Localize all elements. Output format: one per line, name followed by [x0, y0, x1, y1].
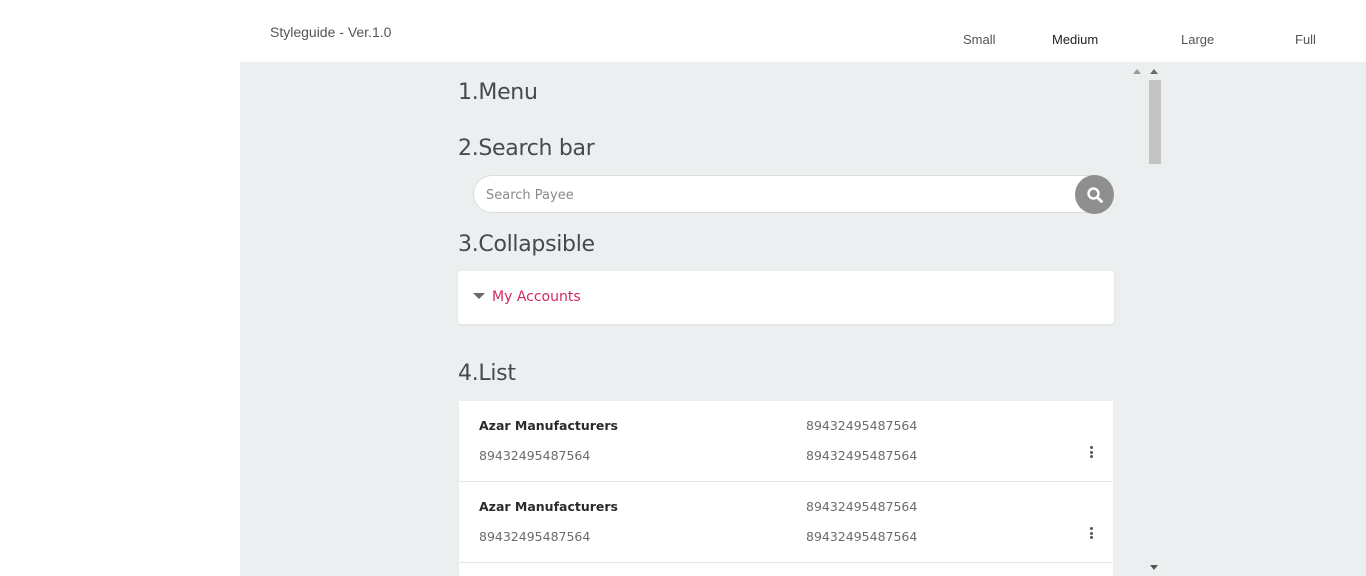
payee-list: Azar Manufacturers 89432495487564 894324…: [459, 401, 1113, 576]
tab-full[interactable]: Full: [1295, 32, 1316, 47]
more-vertical-icon[interactable]: [1087, 446, 1095, 460]
section-title-list: 4.List: [458, 361, 516, 386]
collapsible-my-accounts[interactable]: My Accounts: [458, 271, 1114, 324]
list-item[interactable]: Azar Manufacturers 89432495487564 894324…: [459, 482, 1113, 563]
scroll-up-arrow-icon[interactable]: [1133, 69, 1141, 74]
list-item-value-top: 89432495487564: [806, 499, 918, 514]
top-bar: Styleguide - Ver.1.0 Small Medium Large …: [0, 0, 1366, 62]
app-title: Styleguide - Ver.1.0: [270, 24, 392, 40]
search-input[interactable]: [486, 185, 1066, 205]
caret-down-icon: [473, 293, 485, 299]
tab-small[interactable]: Small: [963, 32, 996, 47]
more-vertical-icon[interactable]: [1087, 527, 1095, 541]
list-item-name: Azar Manufacturers: [479, 499, 618, 514]
scroll-down-arrow-icon[interactable]: [1150, 565, 1158, 570]
list-item-value-bottom: 89432495487564: [806, 529, 918, 544]
list-item-account: 89432495487564: [479, 529, 591, 544]
section-title-search-bar: 2.Search bar: [458, 136, 595, 161]
list-item[interactable]: Azar Manufacturers 89432495487564 894324…: [459, 401, 1113, 482]
search-icon: [1086, 186, 1103, 203]
list-item-value-top: 89432495487564: [806, 418, 918, 433]
list-item-value-bottom: 89432495487564: [806, 448, 918, 463]
collapsible-label: My Accounts: [492, 289, 581, 305]
section-title-menu: 1.Menu: [458, 80, 538, 105]
preview-frame[interactable]: 1.Menu 2.Search bar 3.Collapsible My Acc…: [442, 62, 1126, 576]
tab-large[interactable]: Large: [1181, 32, 1214, 47]
list-item-name: Azar Manufacturers: [479, 418, 618, 433]
section-title-collapsible: 3.Collapsible: [458, 232, 595, 257]
tab-medium[interactable]: Medium: [1052, 32, 1098, 47]
scroll-up-arrow-icon[interactable]: [1150, 69, 1158, 74]
search-button[interactable]: [1075, 175, 1114, 214]
list-item-account: 89432495487564: [479, 448, 591, 463]
scrollbar-thumb[interactable]: [1149, 80, 1161, 164]
search-bar: [473, 175, 1113, 213]
